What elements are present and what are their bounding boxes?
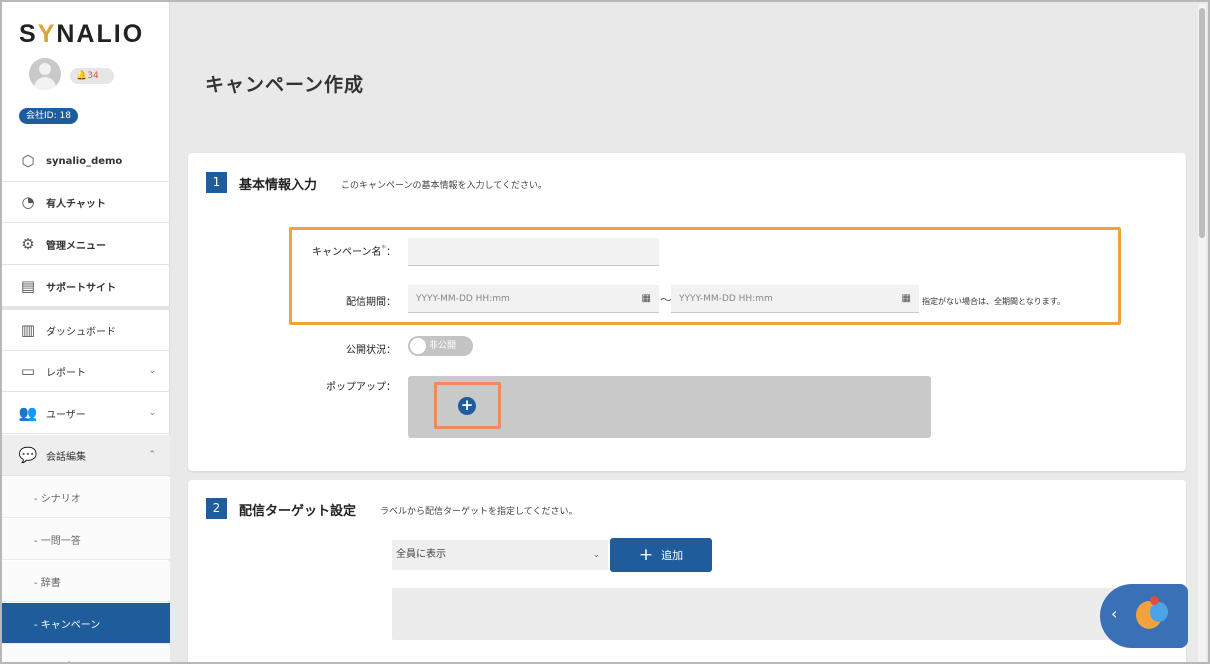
status-toggle[interactable]: 非公開 [408, 336, 473, 356]
logo[interactable]: SYNALIO [19, 20, 144, 49]
bell-icon: 🔔 [76, 71, 88, 81]
bar-chart-icon: ▥ [20, 321, 36, 339]
sidebar-item-label: レポート [46, 367, 86, 379]
chat-icon: 💬 [18, 446, 38, 464]
sidebar-item-dashboard[interactable]: ▥ ダッシュボード [2, 310, 170, 351]
chat-bubble-secondary-icon [1150, 602, 1168, 622]
period-end-input[interactable]: YYYY-MM-DD HH:mm ▦ [671, 285, 919, 313]
sidebar-item-report[interactable]: ▭ レポート ⌄ [2, 351, 170, 392]
section-title: 基本情報入力 [239, 178, 318, 193]
users-icon: 👥 [18, 404, 38, 422]
chevron-down-icon: ⌄ [592, 550, 600, 560]
target-select-value: 全員に表示 [396, 549, 446, 560]
add-popup-button[interactable]: + [458, 397, 476, 415]
company-id-badge: 会社ID: 18 [19, 108, 78, 124]
campaign-name-input[interactable] [408, 238, 659, 266]
sidebar-item-label: サポートサイト [46, 282, 116, 294]
sidebar-item-support-site[interactable]: ▤ サポートサイト [2, 266, 170, 307]
period-label: 配信期間： [346, 297, 396, 308]
period-start-input[interactable]: YYYY-MM-DD HH:mm ▦ [408, 285, 659, 313]
add-target-button[interactable]: + 追加 [610, 538, 712, 572]
scrollbar-thumb[interactable] [1199, 8, 1205, 238]
toggle-knob [410, 338, 426, 354]
chevron-down-icon: ⌄ [148, 366, 156, 376]
chevron-down-icon: ⌄ [148, 408, 156, 418]
sidebar-item-label: ダッシュボード [46, 326, 116, 338]
sidebar-item-label: 会話編集 [46, 451, 86, 463]
notification-dot [1150, 596, 1159, 605]
section-description: このキャンペーンの基本情報を入力してください。 [341, 181, 548, 191]
chevron-up-icon: ⌃ [148, 450, 156, 460]
sidebar-item-label: 有人チャット [46, 198, 106, 210]
notification-badge[interactable]: 🔔34 [70, 68, 114, 84]
sidebar-item-label: ユーザー [46, 409, 86, 421]
app-window: SYNALIO 🔔34 会社ID: 18 ⬡ synalio_demo ◔ 有人チャ… [0, 0, 1210, 664]
period-note: 指定がない場合は、全期間となります。 [922, 297, 1065, 306]
notification-count: 34 [87, 71, 99, 81]
section-description: ラベルから配信ターゲットを指定してください。 [380, 507, 578, 517]
calendar-icon[interactable]: ▦ [642, 285, 651, 313]
headset-icon: ◔ [21, 193, 35, 211]
sidebar-item-conversation-edit[interactable]: 💬 会話編集 ⌃ [2, 435, 170, 476]
basic-info-card: 1 基本情報入力 このキャンペーンの基本情報を入力してください。 キャンペーン名… [188, 153, 1186, 471]
campaign-name-label: キャンペーン名*： [312, 244, 396, 258]
section-number: 1 [206, 172, 227, 193]
sidebar-item-live-chat[interactable]: ◔ 有人チャット [2, 182, 170, 223]
sidebar-subitem-scenario[interactable]: - シナリオ [2, 477, 170, 518]
scrollbar[interactable] [1198, 4, 1206, 662]
delivery-target-card: 2 配信ターゲット設定 ラベルから配信ターゲットを指定してください。 全員に表示… [188, 480, 1186, 662]
sidebar-item-label: 管理メニュー [46, 240, 106, 252]
toggle-text: 非公開 [429, 341, 457, 351]
section-title: 配信ターゲット設定 [239, 504, 357, 519]
section-number: 2 [206, 498, 227, 519]
sidebar-item-label: synalio_demo [46, 155, 123, 167]
sidebar-subitem-dictionary[interactable]: - 辞書 [2, 561, 170, 602]
chevron-left-icon: ‹ [1111, 604, 1118, 623]
plus-icon: + [638, 544, 654, 565]
period-start-placeholder: YYYY-MM-DD HH:mm [416, 294, 510, 304]
add-button-label: 追加 [661, 549, 684, 562]
sidebar: SYNALIO 🔔34 会社ID: 18 ⬡ synalio_demo ◔ 有人チャ… [2, 2, 170, 662]
target-select[interactable]: 全員に表示 ⌄ [392, 540, 608, 570]
target-list-area [392, 588, 1180, 640]
required-mark: * [381, 244, 387, 254]
cube-icon: ⬡ [21, 152, 35, 170]
sidebar-subitem-faq[interactable]: - 一問一答 [2, 519, 170, 560]
chat-widget-button[interactable]: ‹ [1100, 584, 1188, 648]
sidebar-subitem-template[interactable]: - テンプレート [2, 645, 170, 662]
period-end-placeholder: YYYY-MM-DD HH:mm [679, 294, 773, 304]
report-icon: ▭ [20, 362, 36, 380]
avatar[interactable] [29, 58, 61, 90]
sidebar-item-synalio-demo[interactable]: ⬡ synalio_demo [2, 141, 170, 182]
calendar-icon[interactable]: ▦ [902, 285, 911, 313]
window-icon: ▤ [20, 277, 36, 295]
status-label: 公開状況： [346, 345, 396, 356]
sidebar-item-admin-menu[interactable]: ⚙ 管理メニュー [2, 224, 170, 265]
page-title: キャンペーン作成 [205, 74, 365, 96]
sidebar-item-users[interactable]: 👥 ユーザー ⌄ [2, 393, 170, 434]
sidebar-subitem-campaign[interactable]: - キャンペーン [2, 603, 170, 644]
gears-icon: ⚙ [21, 235, 35, 253]
popup-label: ポップアップ： [326, 382, 396, 393]
